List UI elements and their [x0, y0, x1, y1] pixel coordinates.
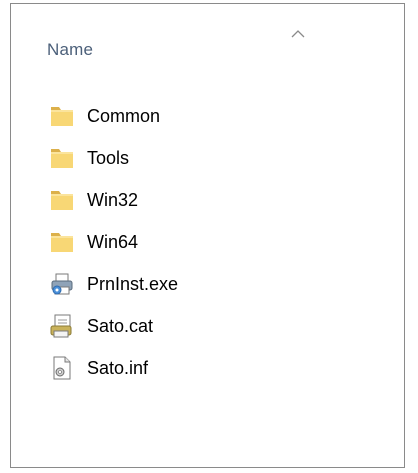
sort-ascending-icon[interactable] [290, 28, 306, 38]
item-label: Sato.cat [87, 315, 154, 336]
list-item-sato-inf[interactable]: Sato.inf [49, 347, 178, 389]
list-item-win32[interactable]: Win32 [49, 179, 178, 221]
item-label: Common [87, 105, 161, 126]
list-item-prninst-exe[interactable]: PrnInst.exe [49, 263, 178, 305]
file-list: Common Tools Win32 Win64 PrnInst.exe Sat… [49, 95, 178, 389]
list-item-common[interactable]: Common [49, 95, 178, 137]
list-item-sato-cat[interactable]: Sato.cat [49, 305, 178, 347]
column-header-bar: Name [11, 4, 404, 68]
list-item-win64[interactable]: Win64 [49, 221, 178, 263]
item-label: Sato.inf [87, 357, 149, 378]
name-column-header[interactable]: Name [47, 40, 93, 60]
item-label: Tools [87, 147, 130, 168]
folder-icon [51, 191, 73, 210]
folder-icon [51, 107, 73, 126]
item-label: PrnInst.exe [87, 273, 179, 294]
item-label: Win64 [87, 231, 139, 252]
printer-installer-icon [51, 273, 73, 295]
folder-icon [51, 233, 73, 252]
inf-file-icon [53, 356, 71, 380]
folder-icon [51, 149, 73, 168]
file-list-pane: Name Common Tools Win32 Win64 PrnInst.ex… [10, 3, 405, 468]
item-label: Win32 [87, 189, 139, 210]
catalog-file-icon [50, 314, 72, 338]
list-item-tools[interactable]: Tools [49, 137, 178, 179]
